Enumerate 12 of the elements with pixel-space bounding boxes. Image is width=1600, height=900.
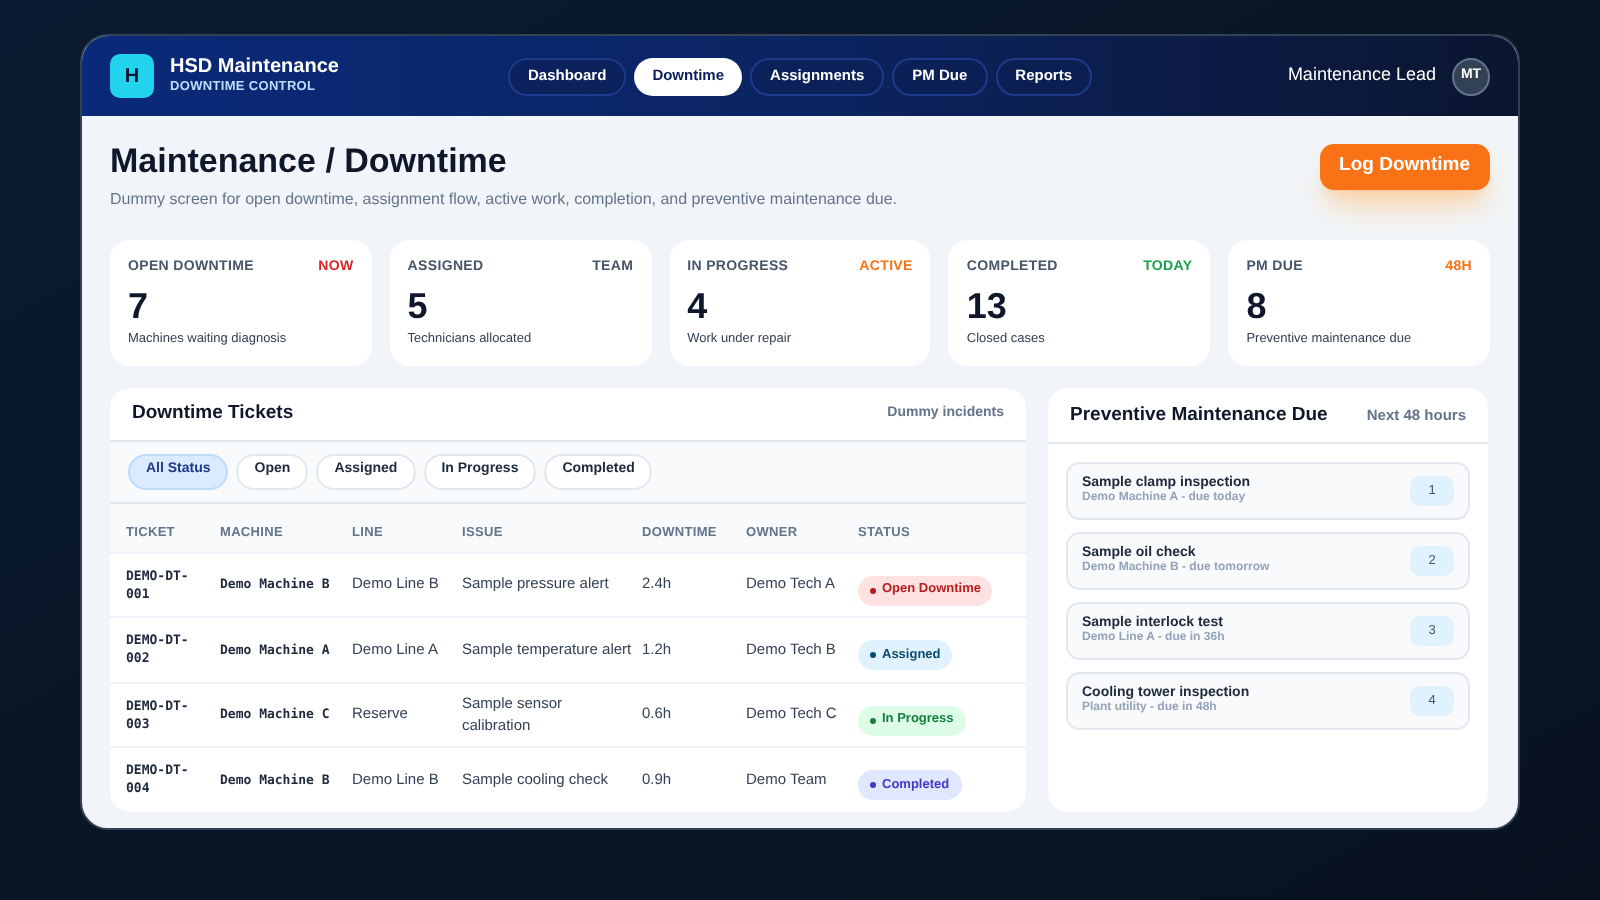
stat-value: 5 (407, 287, 430, 324)
stat-value: 13 (966, 287, 1009, 324)
page-description: Dummy screen for open downtime, assignment flow, active work, completion, and preventive maintenance due. (110, 188, 898, 213)
stat-value: 4 (687, 287, 710, 324)
stat-value: 7 (128, 287, 151, 324)
stat-value: 8 (1246, 287, 1269, 324)
user-role: Maintenance Lead (1287, 62, 1436, 89)
panel-title: Preventive Maintenance Due (1070, 401, 1328, 430)
app-name: HSD Maintenance (170, 57, 339, 78)
page-title: Maintenance / Downtime (110, 140, 509, 183)
logo-icon: H (110, 54, 154, 98)
panel-title: Downtime Tickets (132, 399, 294, 428)
